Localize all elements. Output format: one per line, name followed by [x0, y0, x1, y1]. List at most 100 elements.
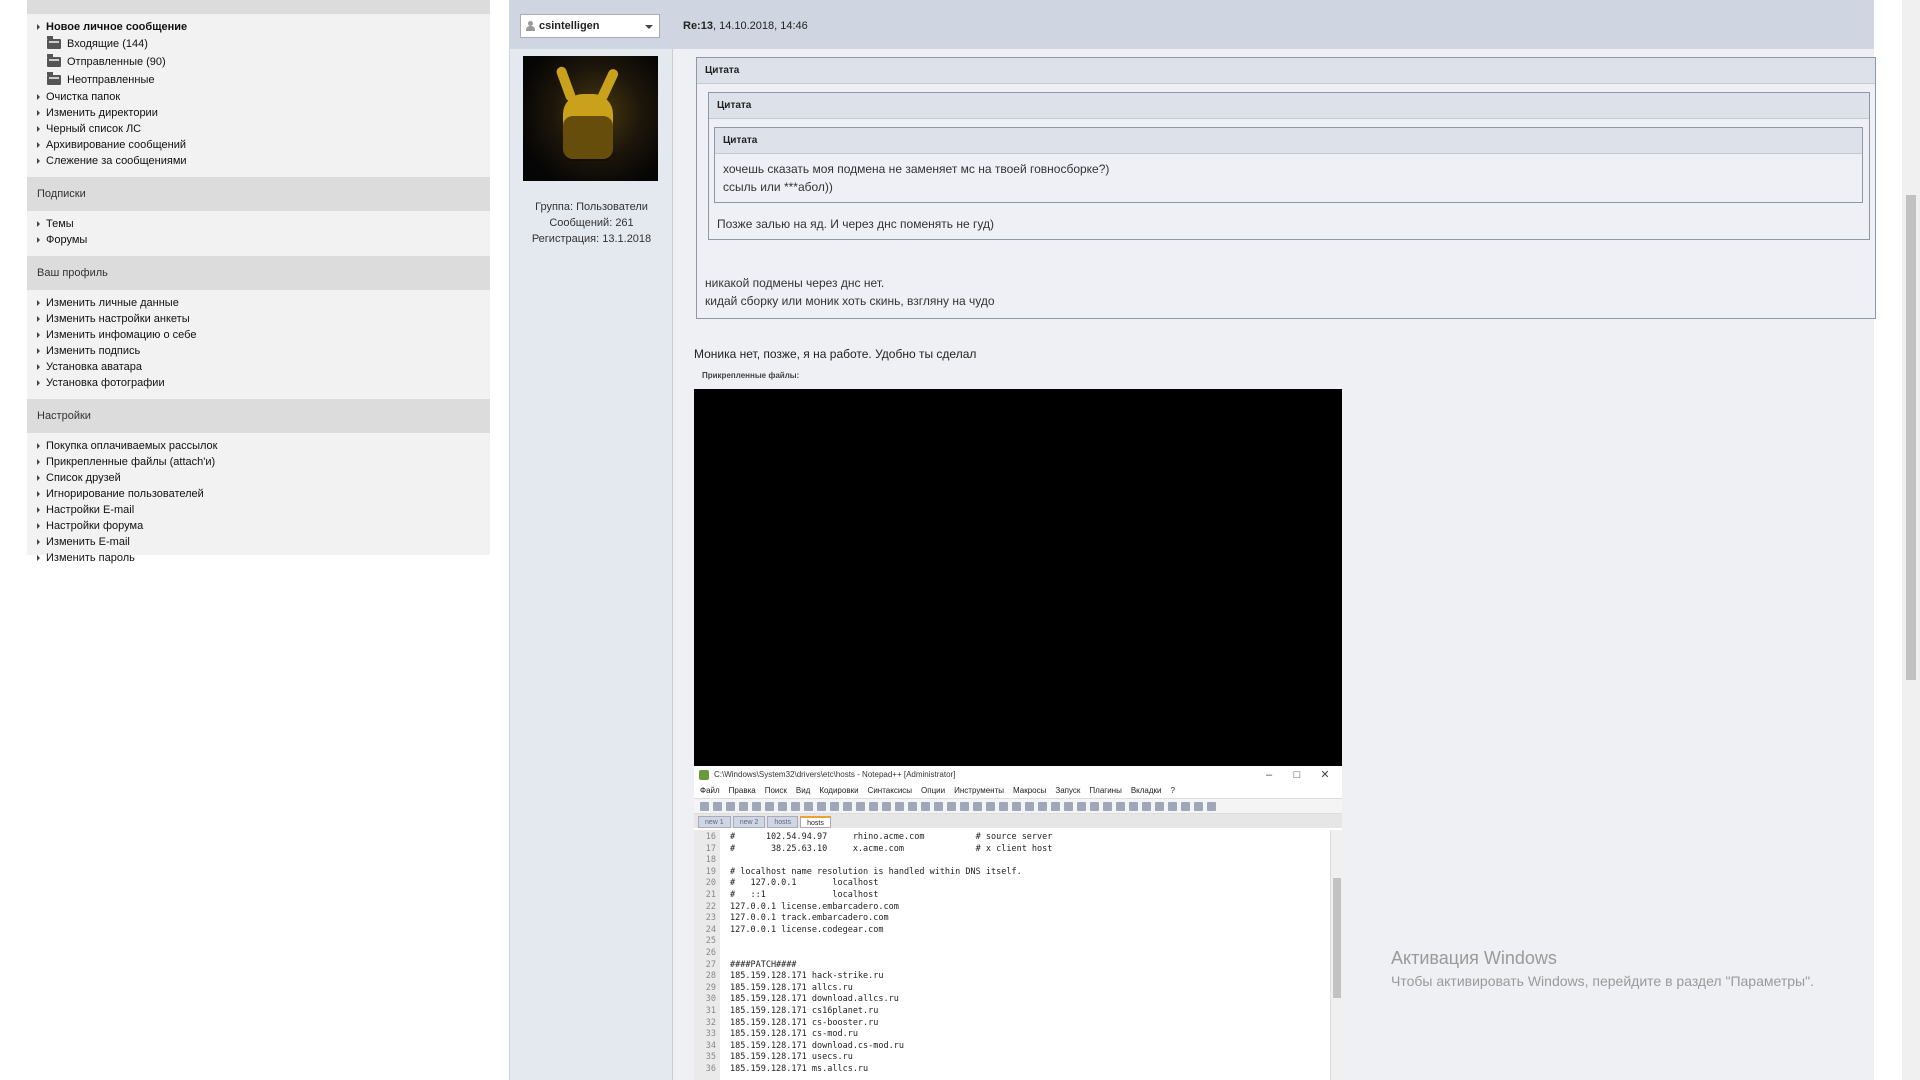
line-number-gutter: 16 17 18 19 20 21 22 23 24 25 26 27 28 29 30 31 32 33 34 35…	[694, 830, 720, 1080]
quote-header: Цитата	[709, 93, 1869, 119]
minimize-icon: –	[1265, 769, 1273, 781]
toolbar-icon	[882, 801, 891, 811]
sidebar-item-sent[interactable]: Отправленные (90)	[27, 53, 490, 71]
sidebar-item-edit-signature[interactable]: Изменить подпись	[27, 343, 490, 359]
watermark-title: Активация Windows	[1391, 948, 1557, 968]
bullet-icon	[37, 332, 40, 339]
sidebar-section-header-top	[27, 0, 490, 14]
line-number: 29	[705, 982, 716, 993]
page-scrollbar[interactable]	[1902, 0, 1920, 1080]
editor-line: 127.0.0.1 license.embarcadero.com	[730, 901, 899, 912]
toolbar-icon	[791, 801, 800, 811]
folder-icon	[47, 72, 61, 86]
toolbar-icon	[921, 801, 930, 811]
maximize-icon: □	[1293, 769, 1301, 781]
toolbar-icon	[726, 801, 735, 811]
editor-line: 185.159.128.171 download.cs-mod.ru	[730, 1040, 904, 1051]
author-group: Группа: Пользователи	[535, 201, 648, 213]
user-icon	[526, 21, 535, 31]
sidebar-item-new-message[interactable]: Новое личное сообщение	[27, 19, 490, 35]
avatar[interactable]	[523, 56, 658, 181]
notepad-menubar: Файл Правка Поиск Вид Кодировки Синтаксисы Опц…	[694, 784, 1342, 798]
toolbar-icon	[700, 801, 709, 811]
editor-line: # localhost name resolution is handled w…	[730, 866, 1022, 877]
toolbar-icon	[1116, 801, 1125, 811]
post-number-link[interactable]: Re:13	[683, 20, 713, 32]
avatar-shadow	[563, 116, 613, 161]
notepad-editor: 16 17 18 19 20 21 22 23 24 25 26 27 28 29 30 31 32 33 34 35…	[694, 830, 1342, 1080]
editor-line: 185.159.128.171 cs16planet.ru	[730, 1005, 879, 1016]
editor-line: 185.159.128.171 usecs.ru	[730, 1052, 853, 1063]
toolbar-icon	[1168, 801, 1177, 811]
quote-middle: Цитата Цитата хочешь сказать моя подмена…	[708, 92, 1870, 240]
page-scrollbar-thumb[interactable]	[1906, 195, 1916, 680]
editor-line: # 102.54.94.97 rhino.acme.com # source s…	[730, 832, 1053, 842]
notepad-tab: hosts	[767, 816, 799, 828]
notepad-toolbar	[694, 798, 1342, 814]
editor-line: ####PATCH####	[730, 959, 797, 970]
notepad-menu-item: Поиск	[764, 786, 787, 795]
subscriptions-header: Подписки	[27, 177, 490, 211]
sidebar-item-email-settings[interactable]: Настройки E-mail	[27, 502, 490, 518]
bullet-icon	[37, 110, 40, 117]
quote-header: Цитата	[697, 58, 1875, 84]
sidebar-item-paid-mailings[interactable]: Покупка оплачиваемых рассылок	[27, 438, 490, 454]
notepad-menu-item: Плагины	[1089, 786, 1122, 795]
bullet-icon	[37, 523, 40, 530]
line-number: 16	[705, 832, 716, 842]
sidebar-item-change-email[interactable]: Изменить E-mail	[27, 534, 490, 550]
author-messages: Сообщений: 261	[549, 217, 634, 229]
sidebar-item-inbox[interactable]: Входящие (144)	[27, 35, 490, 53]
sidebar-item-friends[interactable]: Список друзей	[27, 470, 490, 486]
quote-middle-text: Позже залью на яд. И через днс поменять …	[717, 217, 994, 231]
editor-line: 185.159.128.171 hack-strike.ru	[730, 971, 884, 982]
sidebar-item-message-tracking[interactable]: Слежение за сообщениями	[27, 153, 490, 169]
sidebar-item-blacklist[interactable]: Черный список ЛС	[27, 121, 490, 137]
quote-outer: Цитата Цитата Цитата хочешь сказать моя …	[696, 57, 1876, 319]
bullet-icon	[37, 507, 40, 514]
line-number: 31	[705, 1005, 716, 1016]
notepad-titlebar: C:\Windows\System32\drivers\etc\hosts - …	[694, 766, 1342, 784]
toolbar-icon	[713, 801, 722, 811]
sidebar-item-forum-settings[interactable]: Настройки форума	[27, 518, 490, 534]
notepad-menu-item: Запуск	[1055, 786, 1081, 795]
sidebar-item-edit-personal-data[interactable]: Изменить личные данные	[27, 295, 490, 311]
sidebar-item-unsent[interactable]: Неотправленные	[27, 71, 490, 89]
sidebar-item-set-avatar[interactable]: Установка аватара	[27, 359, 490, 375]
username-dropdown[interactable]: csintelligen	[520, 14, 660, 38]
editor-text: # 102.54.94.97 rhino.acme.com # source s…	[730, 832, 1052, 1075]
chevron-down-icon	[645, 25, 653, 29]
sidebar-item-archive[interactable]: Архивирование сообщений	[27, 137, 490, 153]
notepad-tab: hosts	[800, 816, 831, 828]
bullet-icon	[37, 555, 40, 562]
sidebar-item-attachments[interactable]: Прикрепленные файлы (attach'и)	[27, 454, 490, 470]
notepad-menu-item: Файл	[700, 786, 720, 795]
sidebar-item-edit-about[interactable]: Изменить инфомацию о себе	[27, 327, 490, 343]
line-number: 32	[705, 1017, 716, 1028]
toolbar-icon	[908, 801, 917, 811]
sidebar-item-forums[interactable]: Форумы	[27, 232, 490, 248]
bullet-icon	[37, 94, 40, 101]
sidebar-item-topics[interactable]: Темы	[27, 216, 490, 232]
sidebar-item-clear-folders[interactable]: Очистка папок	[27, 89, 490, 105]
bullet-icon	[37, 443, 40, 450]
watermark-subtitle: Чтобы активировать Windows, перейдите в …	[1391, 973, 1814, 989]
sidebar-item-edit-directories[interactable]: Изменить директории	[27, 105, 490, 121]
sidebar-item-change-password[interactable]: Изменить пароль	[27, 550, 490, 566]
sidebar-item-edit-profile-settings[interactable]: Изменить настройки анкеты	[27, 311, 490, 327]
line-number: 35	[705, 1052, 716, 1063]
editor-line: 185.159.128.171 cs-mod.ru	[730, 1029, 858, 1040]
quote-line: кидай сборку или моник хоть скинь, взгля…	[705, 294, 995, 308]
quote-line: ссыль или ***абол))	[723, 180, 833, 194]
line-number: 26	[705, 947, 716, 958]
sidebar-item-set-photo[interactable]: Установка фотографии	[27, 375, 490, 391]
line-number: 30	[705, 994, 716, 1005]
messages-menu: Новое личное сообщение Входящие (144) От…	[27, 14, 490, 177]
notepad-menu-item: Вид	[795, 786, 811, 795]
toolbar-icon	[1064, 801, 1073, 811]
line-number: 24	[705, 924, 716, 935]
toolbar-icon	[934, 801, 943, 811]
sidebar-item-ignore-users[interactable]: Игнорирование пользователей	[27, 486, 490, 502]
attached-screenshot[interactable]: C:\Windows\System32\drivers\etc\hosts - …	[694, 389, 1342, 1080]
toolbar-icon	[960, 801, 969, 811]
